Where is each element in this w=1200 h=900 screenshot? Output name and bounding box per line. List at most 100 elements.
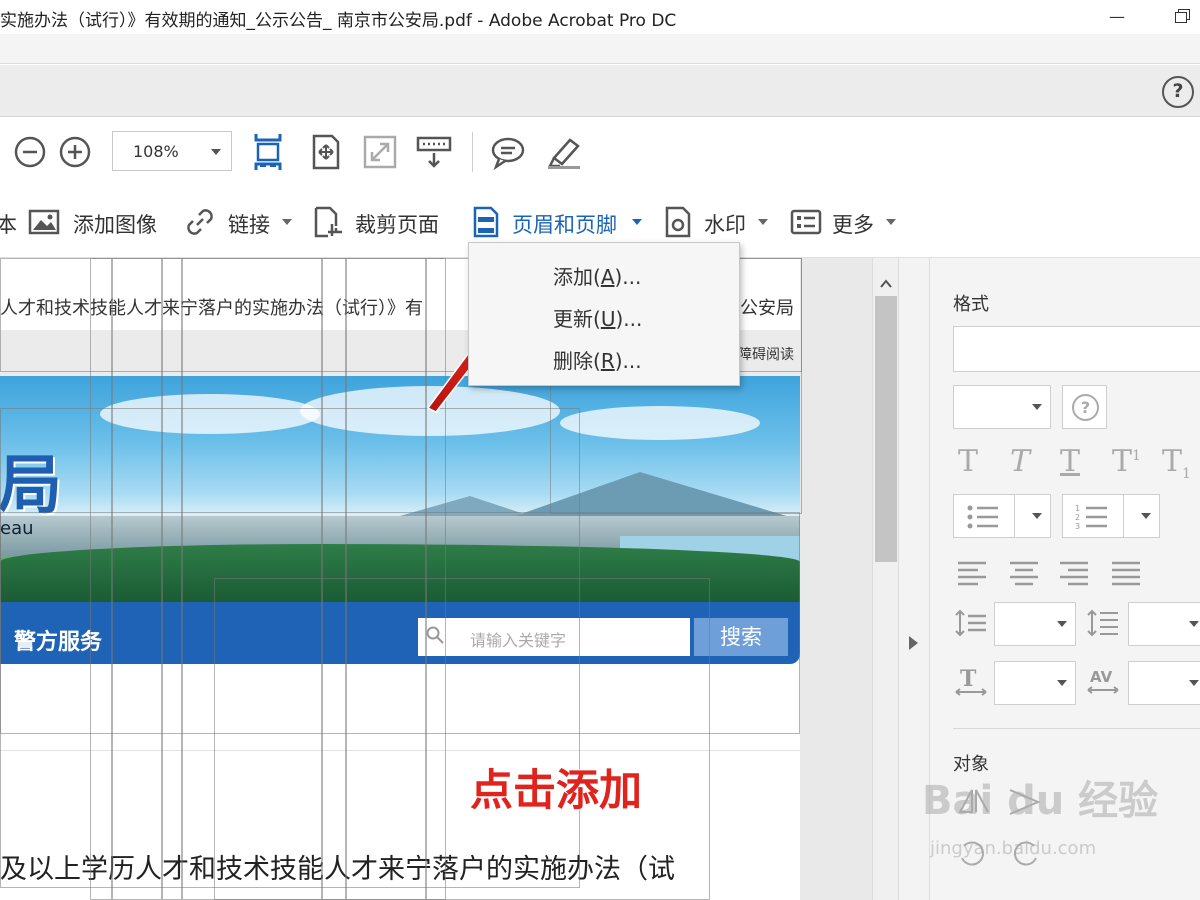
chevron-down-icon (1057, 621, 1067, 627)
numbered-list-select[interactable]: 1 2 3 (1062, 494, 1160, 538)
nav-police-services: 警方服务 (14, 630, 103, 655)
toolbar-divider (472, 132, 473, 172)
menu-item-update[interactable]: 更新(U)... (553, 303, 642, 332)
svg-text:1: 1 (1075, 504, 1080, 513)
font-size-select[interactable] (953, 385, 1051, 429)
line-spacing-select[interactable] (994, 602, 1076, 646)
header-footer-menu: 添加(A)... 更新(U)... 删除(R)... (468, 242, 740, 386)
add-text-label-partial[interactable]: 本 (0, 209, 17, 239)
text-style-superscript[interactable]: T1 (1112, 444, 1141, 479)
crop-pages-label: 裁剪页面 (355, 213, 439, 237)
header-footer-icon (473, 206, 499, 238)
watermark-icon (665, 206, 691, 238)
question-icon: ? (1072, 394, 1099, 421)
zoom-out-icon[interactable] (12, 134, 48, 170)
horizontal-scale-icon[interactable]: T (954, 666, 990, 696)
menu-item-add[interactable]: 添加(A)... (553, 261, 641, 290)
zoom-select[interactable]: 108% (112, 131, 232, 171)
page-header-text: 人才和技术技能人才来宁落户的实施办法（试行）》有 (0, 298, 423, 319)
link-button[interactable]: 链接 (184, 204, 296, 240)
more-button[interactable]: 更多 (790, 204, 900, 240)
horizontal-scale-select[interactable] (994, 661, 1076, 705)
more-list-icon (790, 209, 822, 235)
line-spacing-icon[interactable] (954, 608, 990, 638)
text-style-subscript[interactable]: T1 (1162, 444, 1191, 482)
more-label: 更多 (832, 213, 874, 237)
chevron-right-icon (909, 636, 918, 650)
align-center-icon[interactable] (1006, 558, 1042, 588)
image-icon (28, 209, 60, 235)
character-spacing-select[interactable] (1128, 661, 1200, 705)
crop-page-icon (314, 206, 342, 238)
font-help-button[interactable]: ? (1062, 385, 1107, 429)
chevron-up-icon[interactable] (880, 278, 892, 290)
chevron-down-icon (1032, 513, 1042, 519)
text-style-italic[interactable]: T (1010, 444, 1030, 479)
zoom-value: 108% (133, 142, 179, 161)
chevron-down-icon (1189, 621, 1199, 627)
page-header-right: 公安局 (740, 298, 794, 319)
text-style-normal[interactable]: T (958, 444, 978, 479)
full-screen-icon[interactable] (362, 134, 398, 170)
menu-item-delete[interactable]: 删除(R)... (553, 345, 642, 374)
zoom-in-icon[interactable] (57, 134, 93, 170)
accessibility-link: 障碍阅读 (738, 347, 794, 363)
crop-pages-button[interactable]: 裁剪页面 (312, 204, 448, 240)
body-text-line: 及以上学历人才和技术技能人才来宁落户的实施办法（试 (0, 854, 675, 885)
tools-header-bar: ? (0, 65, 1200, 117)
numbered-list-icon: 1 2 3 (1075, 504, 1107, 531)
chevron-down-icon (1057, 680, 1067, 686)
search-placeholder: 请输入关键字 (470, 631, 567, 650)
main-toolbar: 108% (0, 118, 1200, 186)
text-style-underline[interactable]: T (1060, 444, 1080, 479)
format-heading: 格式 (953, 294, 989, 315)
fit-page-icon[interactable] (308, 134, 344, 170)
banner-title-char: 局 (0, 448, 62, 523)
minimize-icon: — (1109, 7, 1125, 26)
chevron-down-icon (1032, 404, 1042, 410)
header-footer-button[interactable]: 页眉和页脚 (470, 204, 646, 240)
site-search-button: 搜索 (694, 618, 788, 656)
svg-text:3: 3 (1075, 522, 1080, 531)
svg-text:AV: AV (1090, 668, 1113, 686)
search-icon (426, 626, 444, 644)
pdf-page-body: 及以上学历人才和技术技能人才来宁落户的实施办法（试 (0, 750, 800, 900)
menu-bar (0, 34, 1200, 64)
svg-text:T: T (960, 666, 977, 692)
banner-subtitle: eau (0, 518, 34, 539)
comment-icon[interactable] (490, 134, 526, 170)
minimize-button[interactable]: — (1102, 4, 1132, 30)
help-button[interactable]: ? (1162, 76, 1194, 108)
highlighter-icon[interactable] (546, 134, 582, 170)
add-image-button[interactable]: 添加图像 (28, 204, 168, 240)
window-title: 实施办法（试行）》有效期的通知_公示公告_ 南京市公安局.pdf - Adobe… (0, 11, 677, 31)
chevron-down-icon (632, 219, 642, 225)
header-footer-label: 页眉和页脚 (512, 213, 617, 237)
link-label: 链接 (228, 213, 270, 237)
read-mode-icon[interactable] (416, 134, 452, 170)
site-search-input: 请输入关键字 (418, 618, 690, 656)
watermark-button[interactable]: 水印 (662, 204, 772, 240)
paragraph-spacing-icon[interactable] (1086, 608, 1122, 638)
restore-button[interactable] (1166, 4, 1196, 30)
bullet-list-select[interactable] (953, 494, 1051, 538)
bullet-list-icon (967, 505, 998, 529)
align-left-icon[interactable] (956, 558, 992, 588)
baidu-watermark: Bai du 经验 (922, 778, 1159, 824)
watermark-label: 水印 (704, 213, 746, 237)
font-family-field[interactable] (953, 326, 1200, 372)
align-right-icon[interactable] (1056, 558, 1092, 588)
paragraph-spacing-select[interactable] (1128, 602, 1200, 646)
character-spacing-icon[interactable]: AV (1086, 666, 1122, 696)
link-icon (187, 209, 213, 235)
fit-width-icon[interactable] (250, 132, 286, 172)
align-justify-icon[interactable] (1108, 558, 1144, 588)
chevron-down-icon (282, 219, 292, 225)
add-image-label: 添加图像 (73, 213, 157, 237)
document-view[interactable]: 人才和技术技能人才来宁落户的实施办法（试行）》有 公安局 障碍阅读 局 eau … (0, 258, 872, 900)
chevron-down-icon (1141, 513, 1151, 519)
vertical-scrollbar[interactable] (872, 258, 898, 900)
site-banner-image: 局 eau (0, 376, 800, 602)
scrollbar-thumb[interactable] (875, 296, 897, 562)
chevron-down-icon (758, 219, 768, 225)
